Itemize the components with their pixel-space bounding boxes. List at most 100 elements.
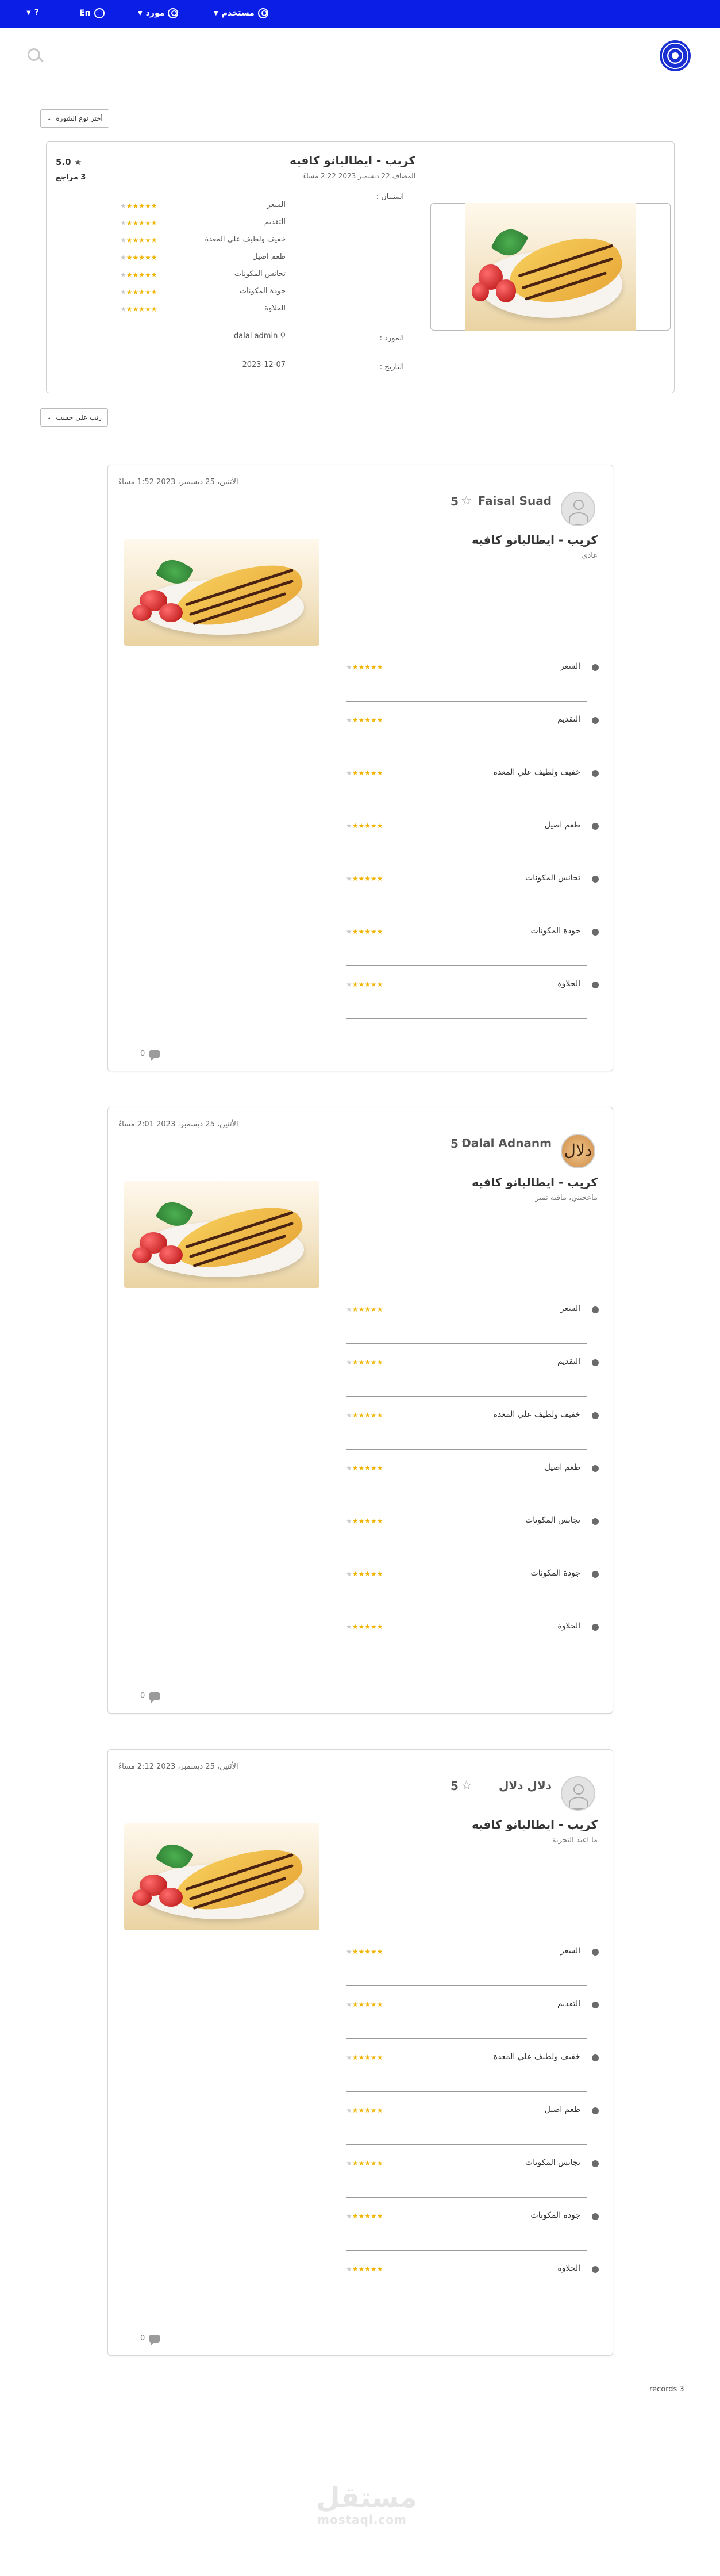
criterion-stars[interactable]: ★★★★★★ [346, 822, 383, 830]
summary-criterion-label: جودة المكونات [239, 287, 286, 296]
criterion-label: خفيف ولطيف علي المعدة [493, 768, 580, 777]
criterion-stars[interactable]: ★★★★★★ [346, 1358, 383, 1366]
comments-button[interactable]: 0 [140, 1692, 160, 1703]
reviewer-name[interactable]: Faisal Suad [478, 494, 552, 508]
criterion-label: خفيف ولطيف علي المعدة [493, 2052, 580, 2061]
review-card: الأثنين، 25 ديسمبر، 2023 2:01 مساءً 5 ☆ Dal… [107, 1107, 613, 1713]
avatar [561, 1776, 595, 1811]
chevron-down-icon: ⌄ [47, 414, 52, 421]
form-label: استبيان : [376, 193, 404, 201]
criterion-label: جودة المكونات [530, 926, 580, 936]
divider [346, 1449, 587, 1450]
bullet-icon [592, 929, 599, 936]
summary-criterion-label: السعر [267, 201, 286, 209]
help-menu[interactable]: ▼ ? [26, 8, 39, 17]
user-circle-icon [257, 8, 268, 18]
search-icon[interactable] [28, 48, 40, 61]
language-switcher[interactable]: En [79, 8, 105, 18]
review-card: الأثنين، 25 ديسمبر، 2023 1:52 مساءً 5 ☆ Fai… [107, 465, 613, 1071]
summary-criterion-label: تجانس المكونات [234, 270, 286, 278]
review-date: الأثنين، 25 ديسمبر، 2023 2:12 مساءً [118, 1762, 238, 1771]
comments-button[interactable]: 0 [140, 1049, 160, 1061]
product-score: 5.0 ★ [56, 157, 82, 167]
criterion-stars[interactable]: ★★★★★★ [346, 1948, 383, 1956]
product-type-label: أختر نوع الشورة [56, 114, 103, 122]
summary-criterion-stars: ★★★★★★ [120, 236, 157, 244]
summary-criterion-stars: ★★★★★★ [120, 202, 157, 210]
supplier-label: المورد : [379, 334, 404, 343]
criterion-label: التقديم [557, 1999, 580, 2008]
criterion-stars[interactable]: ★★★★★★ [346, 1570, 383, 1578]
avatar: دلال [561, 1134, 595, 1168]
summary-criterion-stars: ★★★★★★ [120, 305, 157, 313]
chevron-down-icon: ⌄ [47, 115, 52, 122]
sort-label: رتب علي حسب [56, 413, 102, 421]
comments-button[interactable]: 0 [140, 2334, 160, 2345]
chevron-down-icon: ▼ [214, 10, 218, 17]
review-photo[interactable] [124, 539, 319, 646]
criterion-stars[interactable]: ★★★★★★ [346, 927, 383, 936]
criterion-stars[interactable]: ★★★★★★ [346, 2265, 383, 2273]
date-value: 2023-12-07 [242, 361, 286, 369]
criterion-stars[interactable]: ★★★★★★ [346, 2053, 383, 2061]
criterion-stars[interactable]: ★★★★★★ [346, 1411, 383, 1419]
user-circle-icon [168, 8, 179, 18]
review-photo[interactable] [124, 1181, 319, 1288]
divider [346, 1343, 587, 1344]
star-icon: ★ [74, 157, 82, 167]
criterion-stars[interactable]: ★★★★★★ [346, 1305, 383, 1313]
review-card: الأثنين، 25 ديسمبر، 2023 2:12 مساءً 5 ☆ دلا… [107, 1749, 613, 2356]
review-criterion: السعر ★★★★★★ [346, 1303, 599, 1356]
review-comment: عادي [582, 551, 598, 560]
divider [346, 1985, 587, 1986]
criterion-label: السعر [560, 662, 580, 671]
criterion-stars[interactable]: ★★★★★★ [346, 2159, 383, 2167]
criterion-label: الحلاوة [557, 979, 580, 988]
criterion-label: خفيف ولطيف علي المعدة [493, 1410, 580, 1419]
criterion-stars[interactable]: ★★★★★★ [346, 2106, 383, 2114]
criterion-stars[interactable]: ★★★★★★ [346, 1623, 383, 1631]
user-label: مستخدم [221, 9, 255, 18]
review-criterion: السعر ★★★★★★ [346, 1945, 599, 1998]
review-photo[interactable] [124, 1823, 319, 1930]
bullet-icon [592, 2213, 599, 2220]
reviewer-name[interactable]: دلال دلال [499, 1778, 552, 1792]
bullet-icon [592, 823, 599, 830]
supplier-menu[interactable]: ▼ مورد [138, 8, 179, 18]
reviews-count: 3 مراجع [56, 173, 86, 182]
summary-criterion-label: التقديم [264, 218, 286, 227]
criterion-stars[interactable]: ★★★★★★ [346, 716, 383, 724]
user-icon: ⚲ [280, 332, 286, 340]
records-count: records 3 [649, 2385, 684, 2394]
bullet-icon [592, 1359, 599, 1366]
criterion-stars[interactable]: ★★★★★★ [346, 2000, 383, 2008]
bullet-icon [592, 2266, 599, 2273]
criterion-stars[interactable]: ★★★★★★ [346, 1517, 383, 1525]
divider [346, 2038, 587, 2039]
avatar [561, 492, 595, 526]
criterion-stars[interactable]: ★★★★★★ [346, 980, 383, 988]
summary-criterion-stars: ★★★★★★ [120, 271, 157, 279]
criterion-stars[interactable]: ★★★★★★ [346, 769, 383, 777]
comment-icon [149, 1692, 160, 1703]
sort-dropdown[interactable]: رتب علي حسب ⌄ [40, 408, 108, 427]
criterion-stars[interactable]: ★★★★★★ [346, 1464, 383, 1472]
product-title: كريب - ايطاليانو كافيه [289, 154, 415, 167]
review-criterion: جودة المكونات ★★★★★★ [346, 1567, 599, 1620]
criterion-stars[interactable]: ★★★★★★ [346, 2212, 383, 2220]
score-value: 5.0 [56, 157, 71, 167]
divider [346, 2091, 587, 2092]
bullet-icon [592, 2107, 599, 2114]
reviewer-name[interactable]: Dalal Adnanm [461, 1136, 552, 1150]
product-type-dropdown[interactable]: أختر نوع الشورة ⌄ [40, 109, 109, 128]
review-criterion: تجانس المكونات ★★★★★★ [346, 2157, 599, 2210]
user-menu[interactable]: ▼ مستخدم [214, 8, 268, 18]
criterion-stars[interactable]: ★★★★★★ [346, 875, 383, 883]
review-dish-title: كريب - ايطاليانو كافيه [471, 1175, 598, 1189]
criterion-label: الحلاوة [557, 1621, 580, 1631]
criterion-stars[interactable]: ★★★★★★ [346, 663, 383, 671]
bullet-icon [592, 2002, 599, 2008]
review-criterion: الحلاوة ★★★★★★ [346, 2263, 599, 2316]
bullet-icon [592, 876, 599, 883]
product-photo-frame [430, 203, 671, 331]
